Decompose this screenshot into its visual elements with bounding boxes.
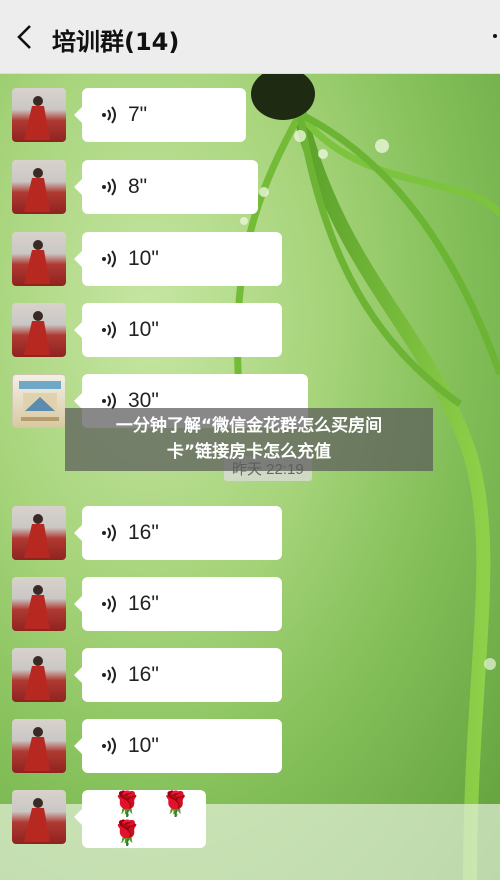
avatar[interactable] bbox=[12, 506, 66, 560]
voice-wave-icon bbox=[102, 595, 116, 613]
avatar[interactable] bbox=[12, 303, 66, 357]
voice-message[interactable]: 10" bbox=[74, 232, 282, 286]
voice-duration: 10" bbox=[128, 318, 159, 341]
rose-emoji-text: 🌹 🌹 🌹 bbox=[112, 791, 197, 847]
voice-message[interactable]: 16" bbox=[74, 648, 282, 702]
voice-wave-icon bbox=[102, 250, 116, 268]
voice-message[interactable]: 16" bbox=[74, 577, 282, 631]
avatar[interactable] bbox=[12, 374, 66, 428]
avatar[interactable] bbox=[12, 790, 66, 844]
avatar[interactable] bbox=[12, 232, 66, 286]
chevron-left-icon[interactable] bbox=[12, 22, 38, 52]
overlay-line-2: 卡”链接房卡怎么充值 bbox=[166, 442, 332, 462]
voice-message[interactable]: 10" bbox=[74, 719, 282, 773]
overlay-line-1: 一分钟了解“微信金花群怎么买房间 bbox=[115, 416, 383, 436]
voice-duration: 16" bbox=[128, 663, 159, 686]
voice-message[interactable]: 16" bbox=[74, 506, 282, 560]
emoji-message[interactable]: 🌹 🌹 🌹 bbox=[74, 790, 206, 848]
voice-message[interactable]: 7" bbox=[74, 88, 246, 142]
chat-header: 培训群(14) bbox=[0, 0, 500, 74]
voice-wave-icon bbox=[102, 321, 116, 339]
avatar[interactable] bbox=[12, 88, 66, 142]
voice-duration: 7" bbox=[128, 103, 148, 126]
avatar[interactable] bbox=[12, 719, 66, 773]
avatar[interactable] bbox=[12, 648, 66, 702]
voice-duration: 8" bbox=[128, 175, 148, 198]
voice-duration: 16" bbox=[128, 521, 159, 544]
voice-duration: 10" bbox=[128, 734, 159, 757]
voice-wave-icon bbox=[102, 666, 116, 684]
voice-message[interactable]: 8" bbox=[74, 160, 258, 214]
voice-wave-icon bbox=[102, 178, 116, 196]
voice-duration: 10" bbox=[128, 247, 159, 270]
avatar[interactable] bbox=[12, 160, 66, 214]
chat-title: 培训群(14) bbox=[52, 28, 180, 56]
more-icon[interactable] bbox=[490, 26, 500, 46]
avatar[interactable] bbox=[12, 577, 66, 631]
voice-duration: 16" bbox=[128, 592, 159, 615]
voice-wave-icon bbox=[102, 106, 116, 124]
title-overlay: 一分钟了解“微信金花群怎么买房间 卡”链接房卡怎么充值 bbox=[65, 408, 433, 471]
voice-message[interactable]: 10" bbox=[74, 303, 282, 357]
voice-wave-icon bbox=[102, 737, 116, 755]
voice-wave-icon bbox=[102, 524, 116, 542]
